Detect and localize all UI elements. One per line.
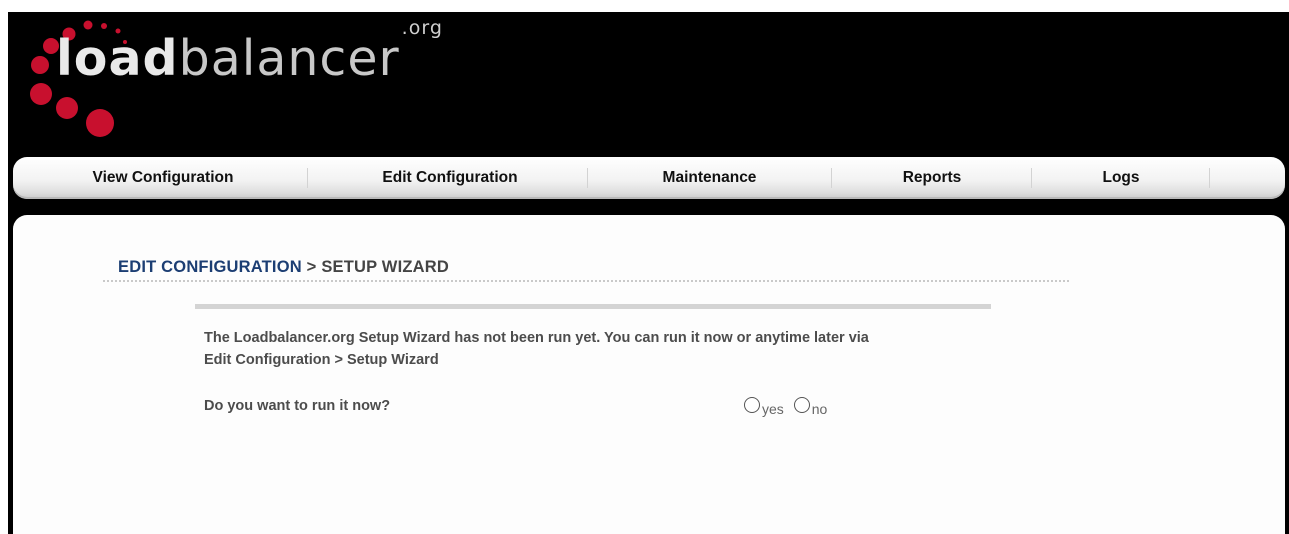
breadcrumb-separator: > bbox=[306, 258, 317, 276]
nav-edit-configuration[interactable]: Edit Configuration bbox=[308, 157, 592, 199]
wizard-message: The Loadbalancer.org Setup Wizard has no… bbox=[204, 327, 1004, 371]
loadbalancer-logo[interactable]: loadbalancer.org bbox=[8, 12, 488, 152]
title-underline bbox=[103, 280, 1069, 282]
breadcrumb-edit-configuration: EDIT CONFIGURATION bbox=[118, 258, 302, 276]
wizard-message-line1: The Loadbalancer.org Setup Wizard has no… bbox=[204, 330, 869, 346]
run-wizard-question: Do you want to run it now? bbox=[204, 398, 391, 414]
wizard-message-line2: Edit Configuration > Setup Wizard bbox=[204, 352, 439, 368]
breadcrumb-setup-wizard: SETUP WIZARD bbox=[321, 258, 449, 276]
section-divider bbox=[195, 304, 991, 309]
logo-text-bold: load bbox=[56, 30, 179, 87]
radio-option-yes[interactable]: yes bbox=[744, 397, 784, 417]
radio-option-no[interactable]: no bbox=[793, 397, 828, 417]
nav-reports[interactable]: Reports bbox=[832, 157, 1032, 199]
radio-yes-button[interactable] bbox=[744, 397, 760, 413]
app-frame: loadbalancer.org View Configuration Edit… bbox=[8, 12, 1289, 534]
logo-wordmark: loadbalancer.org bbox=[56, 18, 443, 83]
main-nav: View Configuration Edit Configuration Ma… bbox=[13, 157, 1285, 199]
nav-divider bbox=[1209, 168, 1210, 188]
radio-no-button[interactable] bbox=[793, 397, 810, 413]
nav-view-configuration[interactable]: View Configuration bbox=[13, 157, 313, 199]
logo-text-light: balancer bbox=[178, 30, 400, 87]
run-wizard-radio-group: yes no bbox=[744, 397, 833, 417]
nav-logs[interactable]: Logs bbox=[1032, 157, 1210, 199]
radio-yes-label[interactable]: yes bbox=[762, 401, 784, 417]
nav-maintenance[interactable]: Maintenance bbox=[588, 157, 831, 199]
page-title: EDIT CONFIGURATION > SETUP WIZARD bbox=[118, 258, 449, 277]
content-panel: EDIT CONFIGURATION > SETUP WIZARD The Lo… bbox=[13, 215, 1285, 534]
radio-no-label[interactable]: no bbox=[812, 401, 828, 417]
logo-superscript: .org bbox=[401, 16, 443, 39]
